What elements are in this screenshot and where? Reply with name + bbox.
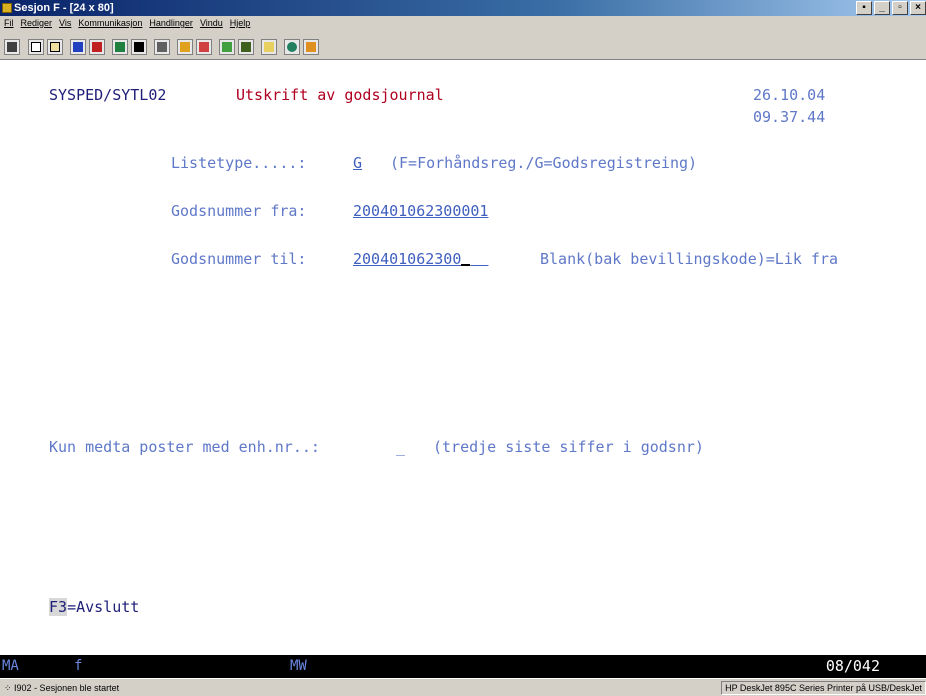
menu-handlinger[interactable]: Handlinger xyxy=(149,16,193,30)
minimize-button[interactable]: _ xyxy=(874,1,890,15)
menu-vindu[interactable]: Vindu xyxy=(200,16,223,30)
f3-key[interactable]: F3 xyxy=(49,598,68,616)
gods-fra-field[interactable]: 200401062300001 xyxy=(353,202,488,220)
window-title: Sesjon F - [24 x 80] xyxy=(14,2,114,14)
program-id: SYSPED/SYTL02 xyxy=(49,86,167,104)
terminal-screen[interactable]: SYSPED/SYTL02 Utskrift av godsjournal 26… xyxy=(0,61,926,655)
title-bar[interactable]: Sesjon F - [24 x 80] ▪ _ ▫ × xyxy=(0,0,926,16)
record-icon[interactable] xyxy=(177,39,193,55)
play-icon[interactable] xyxy=(196,39,212,55)
f3-exit[interactable]: F3=Avslutt xyxy=(49,598,139,616)
session-menu-button[interactable]: ▪ xyxy=(856,1,872,15)
stop-icon[interactable] xyxy=(219,39,235,55)
oia-indicator: f xyxy=(74,658,83,674)
enh-hint: (tredje siste siffer i godsnr) xyxy=(433,438,704,456)
menu-rediger[interactable]: Rediger xyxy=(21,16,53,30)
print-screen-icon[interactable] xyxy=(4,39,20,55)
enh-label: Kun medta poster med enh.nr..: xyxy=(49,438,320,456)
settings-icon[interactable] xyxy=(131,39,147,55)
gods-til-field[interactable]: 200401062300 xyxy=(353,250,461,268)
f3-label: =Avslutt xyxy=(67,598,140,616)
close-button[interactable]: × xyxy=(910,1,926,15)
menu-vis[interactable]: Vis xyxy=(59,16,71,30)
menu-fil[interactable]: Fil xyxy=(4,16,14,30)
listetype-field[interactable]: G xyxy=(353,154,362,172)
printer-status: HP DeskJet 895C Series Printer på USB/De… xyxy=(721,681,926,695)
toolbar xyxy=(0,30,926,60)
menu-bar: Fil Rediger Vis Kommunikasjon Handlinger… xyxy=(0,16,926,30)
status-bar: ⁘ I902 - Sesjonen ble startet HP DeskJet… xyxy=(0,678,926,696)
globe-icon[interactable] xyxy=(284,39,300,55)
menu-hjelp[interactable]: Hjelp xyxy=(230,16,251,30)
gods-til-hint: Blank(bak bevillingskode)=Lik fra xyxy=(540,250,839,268)
gods-til-input[interactable]: 200401062300 xyxy=(353,250,488,268)
clipboard-icon[interactable] xyxy=(238,39,254,55)
oia-status-bar: MA f MW 08/042 xyxy=(0,655,926,678)
help-icon[interactable] xyxy=(303,39,319,55)
cursor-position: 08/042 xyxy=(825,657,880,675)
paste-icon[interactable] xyxy=(47,39,63,55)
maximize-button[interactable]: ▫ xyxy=(892,1,908,15)
listetype-hint: (F=Forhåndsreg./G=Godsregistreing) xyxy=(390,154,698,172)
oia-mw: MW xyxy=(290,658,307,674)
macro-icon[interactable] xyxy=(154,39,170,55)
menu-kommunikasjon[interactable]: Kommunikasjon xyxy=(78,16,142,30)
display-icon[interactable] xyxy=(112,39,128,55)
notes-icon[interactable] xyxy=(261,39,277,55)
gods-fra-label: Godsnummer fra: xyxy=(171,202,307,220)
enh-field[interactable]: _ xyxy=(396,438,405,456)
send-icon[interactable] xyxy=(70,39,86,55)
screen-date: 26.10.04 xyxy=(753,86,826,104)
listetype-label: Listetype.....: xyxy=(171,154,307,172)
app-icon[interactable] xyxy=(2,3,12,13)
gods-til-label: Godsnummer til: xyxy=(171,250,307,268)
screen-time: 09.37.44 xyxy=(753,108,826,126)
status-message: ⁘ I902 - Sesjonen ble startet xyxy=(4,683,120,693)
status-message-text: I902 - Sesjonen ble startet xyxy=(14,683,120,693)
receive-icon[interactable] xyxy=(89,39,105,55)
gods-til-empty[interactable] xyxy=(470,250,488,268)
oia-mode: MA xyxy=(2,658,19,674)
screen-title: Utskrift av godsjournal xyxy=(236,86,444,104)
copy-icon[interactable] xyxy=(28,39,44,55)
